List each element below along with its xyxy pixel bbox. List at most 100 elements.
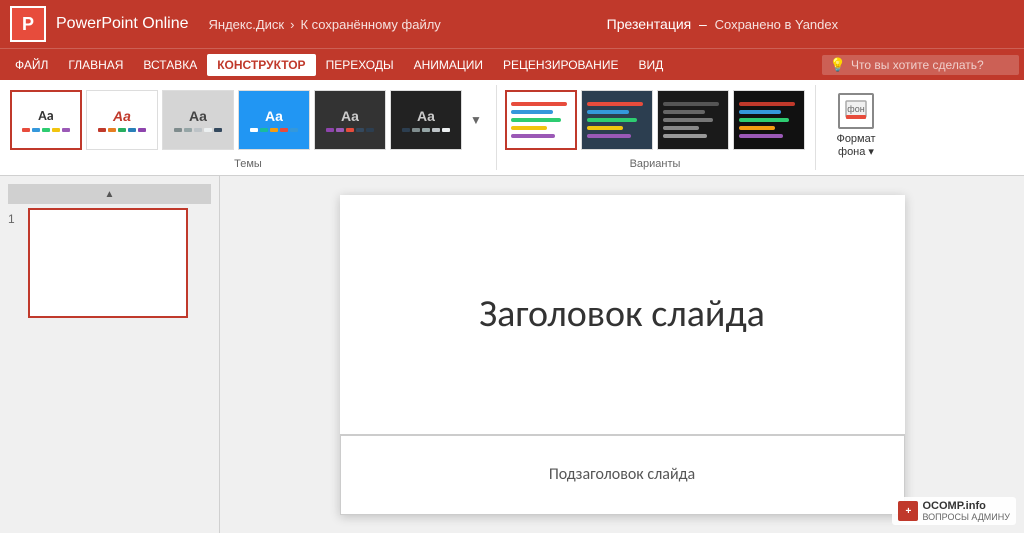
theme-label-2: Aa xyxy=(113,108,131,124)
menu-review[interactable]: РЕЦЕНЗИРОВАНИЕ xyxy=(493,54,628,76)
slide-scroll-up[interactable]: ▲ xyxy=(8,184,211,204)
bar xyxy=(108,128,116,132)
vline xyxy=(663,134,707,138)
watermark-logo: + xyxy=(898,501,918,521)
theme-label-1: Aa xyxy=(38,107,53,124)
bar xyxy=(432,128,440,132)
slide-thumbnail[interactable] xyxy=(28,208,188,318)
bar xyxy=(52,128,60,132)
bar xyxy=(214,128,222,132)
watermark: + OCOMP.info ВОПРОСЫ АДМИНУ xyxy=(892,497,1016,525)
variant-lines-1 xyxy=(511,102,571,138)
bar xyxy=(138,128,146,132)
slide-subtitle-area[interactable]: Подзаголовок слайда xyxy=(340,435,905,515)
variant-lines-2 xyxy=(587,102,647,138)
main-area: ▲ 1 Заголовок слайда Подзаголовок слайда… xyxy=(0,176,1024,533)
bar xyxy=(336,128,344,132)
vline xyxy=(739,126,775,130)
bar xyxy=(280,128,288,132)
breadcrumb-disk[interactable]: Яндекс.Диск xyxy=(209,17,285,32)
menu-view[interactable]: ВИД xyxy=(628,54,673,76)
vline xyxy=(587,126,623,130)
bar xyxy=(118,128,126,132)
bar xyxy=(366,128,374,132)
bar xyxy=(98,128,106,132)
theme-button-3[interactable]: Aa xyxy=(162,90,234,150)
bar xyxy=(442,128,450,132)
menu-bar: ФАЙЛ ГЛАВНАЯ ВСТАВКА КОНСТРУКТОР ПЕРЕХОД… xyxy=(0,48,1024,80)
slide-canvas[interactable]: Заголовок слайда Подзаголовок слайда xyxy=(340,195,905,515)
slide-number: 1 xyxy=(8,208,22,226)
vline xyxy=(663,110,705,114)
variant-button-1[interactable] xyxy=(505,90,577,150)
bar xyxy=(204,128,212,132)
slide-panel: ▲ 1 xyxy=(0,176,220,533)
theme-bars-4 xyxy=(250,128,298,132)
variants-label: Варианты xyxy=(630,154,681,170)
format-background-button[interactable]: фон Формат фона ▾ xyxy=(824,85,888,167)
bar xyxy=(346,128,354,132)
menu-insert[interactable]: ВСТАВКА xyxy=(133,54,207,76)
svg-text:фон: фон xyxy=(847,104,864,114)
bar xyxy=(270,128,278,132)
theme-button-2[interactable]: Aa xyxy=(86,90,158,150)
ribbon: Aa Aa xyxy=(0,80,1024,176)
format-bg-icon: фон xyxy=(838,93,874,129)
variant-button-2[interactable] xyxy=(581,90,653,150)
vline xyxy=(739,102,795,106)
menu-design[interactable]: КОНСТРУКТОР xyxy=(207,54,315,76)
theme-bars-1 xyxy=(22,128,70,132)
vline xyxy=(511,102,567,106)
search-box[interactable]: 💡 xyxy=(822,55,1019,75)
theme-scroll-down[interactable]: ▼ xyxy=(466,113,486,127)
vline xyxy=(511,134,555,138)
vline xyxy=(511,118,561,122)
variant-button-3[interactable] xyxy=(657,90,729,150)
variant-button-4[interactable] xyxy=(733,90,805,150)
menu-transitions[interactable]: ПЕРЕХОДЫ xyxy=(316,54,404,76)
title-bar: P PowerPoint Online Яндекс.Диск › К сохр… xyxy=(0,0,1024,48)
vline xyxy=(663,102,719,106)
search-input[interactable] xyxy=(851,58,1011,72)
theme-label-5: Aa xyxy=(341,108,359,124)
theme-bars-2 xyxy=(98,128,146,132)
vline xyxy=(587,102,643,106)
theme-label-3: Aa xyxy=(189,108,207,124)
vline xyxy=(511,126,547,130)
bar xyxy=(42,128,50,132)
bar xyxy=(32,128,40,132)
vline xyxy=(587,118,637,122)
menu-animations[interactable]: АНИМАЦИИ xyxy=(404,54,493,76)
breadcrumb-file[interactable]: К сохранённому файлу xyxy=(300,17,440,32)
app-logo: P xyxy=(10,6,46,42)
editing-area: Заголовок слайда Подзаголовок слайда + O… xyxy=(220,176,1024,533)
bar xyxy=(402,128,410,132)
vline xyxy=(663,118,713,122)
slide-title-text: Заголовок слайда xyxy=(479,291,765,337)
variant-buttons xyxy=(505,85,805,154)
save-status: Сохранено в Yandex xyxy=(715,17,839,32)
vline xyxy=(739,134,783,138)
bar xyxy=(194,128,202,132)
presentation-title: Презентация – Сохранено в Yandex xyxy=(441,16,1014,32)
themes-label: Темы xyxy=(234,154,262,170)
theme-button-6[interactable]: Aa xyxy=(390,90,462,150)
theme-button-1[interactable]: Aa xyxy=(10,90,82,150)
bar xyxy=(412,128,420,132)
variant-lines-4 xyxy=(739,102,799,138)
bar xyxy=(22,128,30,132)
breadcrumb-sep: › xyxy=(290,17,294,32)
vline xyxy=(587,134,631,138)
themes-section: Aa Aa xyxy=(10,85,497,170)
theme-label-6: Aa xyxy=(417,108,435,124)
bar xyxy=(128,128,136,132)
slide-title-area[interactable]: Заголовок слайда xyxy=(340,195,905,435)
theme-button-4[interactable]: Aa xyxy=(238,90,310,150)
menu-file[interactable]: ФАЙЛ xyxy=(5,54,58,76)
bar xyxy=(260,128,268,132)
theme-button-5[interactable]: Aa xyxy=(314,90,386,150)
slide-thumbnail-row: 1 xyxy=(8,208,211,318)
theme-bars-6 xyxy=(402,128,450,132)
menu-home[interactable]: ГЛАВНАЯ xyxy=(58,54,133,76)
theme-buttons: Aa Aa xyxy=(10,85,486,154)
